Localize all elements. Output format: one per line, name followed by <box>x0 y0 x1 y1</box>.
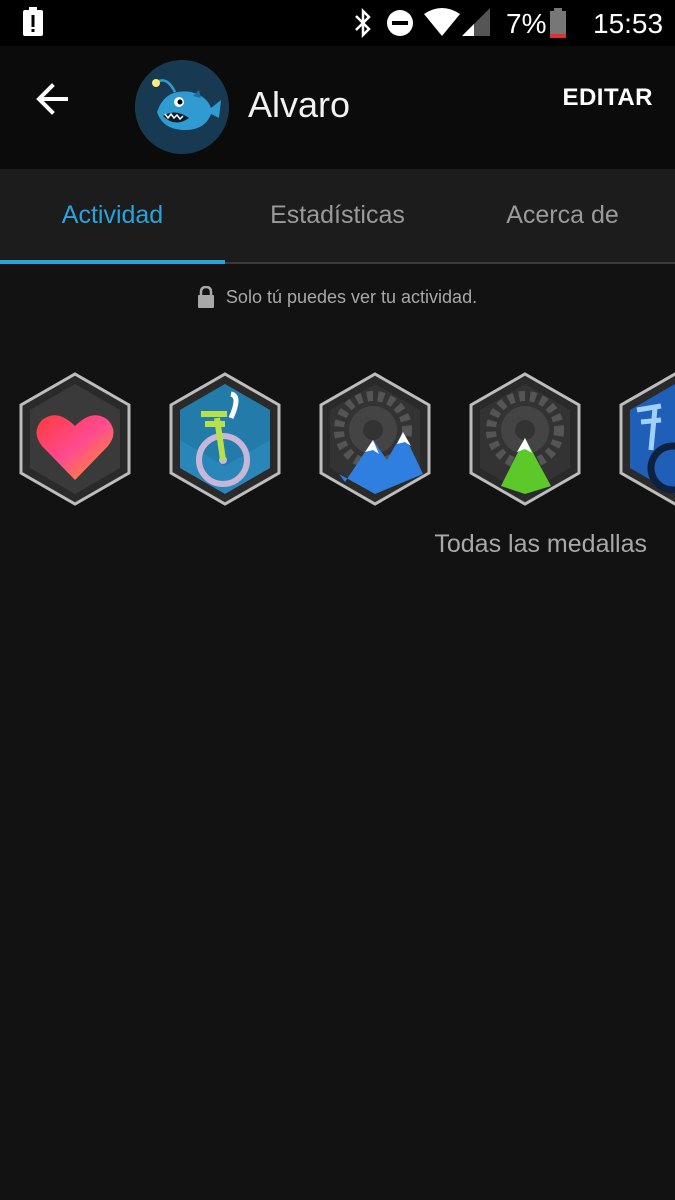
all-badges-link[interactable]: Todas las medallas <box>434 530 647 559</box>
active-tab-indicator <box>0 260 225 264</box>
gear-mountain-green-badge-icon[interactable] <box>465 370 585 508</box>
lock-icon <box>197 286 214 308</box>
tab-acerca-de[interactable]: Acerca de <box>450 169 675 262</box>
status-time: 15:53 <box>593 8 664 39</box>
heart-badge-icon[interactable] <box>15 370 135 508</box>
bike-badge-icon[interactable] <box>615 370 675 508</box>
tab-bar: Actividad Estadísticas Acerca de <box>0 169 675 264</box>
privacy-note: Solo tú puedes ver tu actividad. <box>0 282 675 312</box>
edit-button[interactable]: EDITAR <box>562 84 653 112</box>
wifi-icon <box>424 8 460 36</box>
tab-label: Actividad <box>61 201 164 229</box>
gear-mountain-blue-badge-icon[interactable] <box>315 370 435 508</box>
badges-row <box>0 370 675 510</box>
back-arrow-icon[interactable] <box>30 76 76 122</box>
tab-actividad[interactable]: Actividad <box>0 169 225 264</box>
tab-label: Acerca de <box>506 201 619 229</box>
bluetooth-icon <box>355 8 371 38</box>
tab-estadisticas[interactable]: Estadísticas <box>225 169 450 262</box>
battery-icon <box>550 8 566 38</box>
anglerfish-icon <box>135 60 229 154</box>
do-not-disturb-icon <box>387 10 413 36</box>
tab-label: Estadísticas <box>270 201 405 229</box>
battery-percent: 7% <box>506 8 547 39</box>
status-bar: 7% 15:53 <box>0 0 675 46</box>
alert-icon <box>23 7 43 36</box>
unicycle-badge-icon[interactable] <box>165 370 285 508</box>
app-bar: Alvaro EDITAR <box>0 46 675 169</box>
profile-name: Alvaro <box>248 84 351 125</box>
cell-signal-icon <box>462 8 490 36</box>
privacy-text: Solo tú puedes ver tu actividad. <box>225 286 478 307</box>
avatar[interactable] <box>135 60 229 154</box>
